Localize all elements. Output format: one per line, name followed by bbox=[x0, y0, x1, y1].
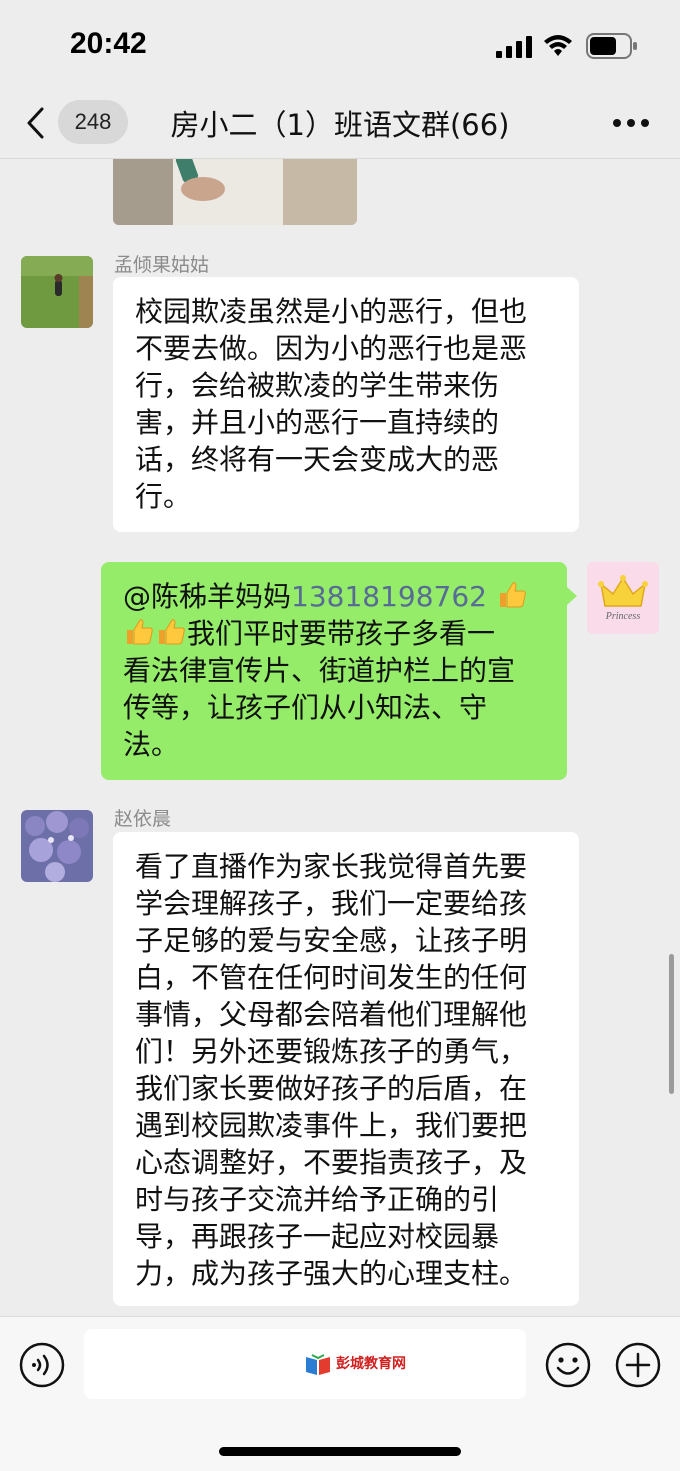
message-bubble-incoming[interactable]: 校园欺凌虽然是小的恶行，但也 不要去做。因为小的恶行也是恶 行，会给被欺凌的学生… bbox=[113, 277, 579, 532]
scrollbar[interactable] bbox=[669, 954, 674, 1094]
wifi-icon bbox=[544, 35, 572, 56]
message-line: 行，会给被欺凌的学生带来伤 bbox=[135, 369, 500, 402]
photo-thumbnail bbox=[113, 159, 357, 225]
chat-header: 248 房小二（1）班语文群(66) bbox=[0, 90, 680, 159]
message-line: 害，并且小的恶行一直持续的 bbox=[135, 406, 500, 439]
battery-icon bbox=[586, 33, 637, 59]
emoji-icon[interactable] bbox=[544, 1341, 592, 1389]
message-input[interactable]: 彭城教育网 bbox=[84, 1329, 526, 1399]
avatar[interactable] bbox=[21, 810, 93, 882]
message-bubble-outgoing[interactable]: @陈秭羊妈妈13818198762 我们平时要带孩子多看一 看法律宣传片、街道护… bbox=[101, 562, 567, 780]
image-message[interactable] bbox=[113, 159, 357, 225]
signal-icon bbox=[496, 36, 532, 58]
message-line: 看法律宣传片、街道护栏上的宣 bbox=[123, 654, 516, 687]
message-line: 导，再跟孩子一起应对校园暴 bbox=[135, 1220, 500, 1253]
message-line: @陈秭羊妈妈13818198762 bbox=[123, 578, 545, 615]
thumbs-up-icon bbox=[159, 619, 185, 645]
message-line: 力，成为孩子强大的心理支柱。 bbox=[135, 1257, 528, 1290]
phone-number-link[interactable]: 13818198762 bbox=[291, 580, 487, 613]
avatar-text: Princess bbox=[605, 611, 641, 622]
sender-name: 赵依晨 bbox=[114, 808, 172, 830]
thumbs-up-icon bbox=[127, 619, 153, 645]
message-line: 白，不管在任何时间发生的任何 bbox=[135, 961, 528, 994]
status-time: 20:42 bbox=[70, 27, 147, 60]
message-line: 们！另外还要锻炼孩子的勇气， bbox=[135, 1035, 528, 1068]
input-bar: 彭城教育网 bbox=[0, 1316, 680, 1471]
sender-name: 孟倾果姑姑 bbox=[114, 254, 210, 276]
message-line: 行。 bbox=[135, 480, 192, 513]
wechat-group-chat-screen: 20:42 248 房小二（1）班语文群(66) 孟倾果姑姑 校园欺凌虽然是小的… bbox=[0, 0, 680, 1471]
message-line: 子足够的爱与安全感，让孩子明 bbox=[135, 924, 528, 957]
message-line: 学会理解孩子，我们一定要给孩 bbox=[135, 887, 528, 920]
mention[interactable]: @陈秭羊妈妈 bbox=[123, 580, 291, 613]
unread-count-badge[interactable]: 248 bbox=[58, 100, 128, 144]
message-line: 遇到校园欺凌事件上，我们要把 bbox=[135, 1109, 528, 1142]
crown-icon: Princess bbox=[587, 562, 659, 634]
message-line: 不要去做。因为小的恶行也是恶 bbox=[135, 332, 528, 365]
avatar-flowers-image bbox=[21, 810, 93, 882]
message-line: 校园欺凌虽然是小的恶行，但也 bbox=[135, 295, 528, 328]
avatar-grass-image bbox=[21, 256, 93, 328]
my-avatar[interactable]: Princess bbox=[587, 562, 659, 634]
more-icon[interactable] bbox=[612, 118, 650, 128]
message-line: 我们平时要带孩子多看一 bbox=[123, 615, 545, 652]
message-list[interactable]: 孟倾果姑姑 校园欺凌虽然是小的恶行，但也 不要去做。因为小的恶行也是恶 行，会给… bbox=[0, 159, 680, 1316]
watermark-text: 彭城教育网 bbox=[336, 1356, 406, 1372]
plus-icon[interactable] bbox=[614, 1341, 662, 1389]
message-line: 传等，让孩子们从小知法、守 bbox=[123, 691, 488, 724]
message-line: 法。 bbox=[123, 728, 180, 761]
chevron-left-icon[interactable] bbox=[24, 106, 48, 140]
message-text: 我们平时要带孩子多看一 bbox=[187, 617, 496, 650]
bubble-tail bbox=[567, 587, 577, 605]
book-logo-icon bbox=[306, 1354, 330, 1375]
message-line: 心态调整好，不要指责孩子，及 bbox=[135, 1146, 528, 1179]
message-bubble-incoming[interactable]: 看了直播作为家长我觉得首先要 学会理解孩子，我们一定要给孩 子足够的爱与安全感，… bbox=[113, 832, 579, 1306]
status-bar: 20:42 bbox=[0, 0, 680, 90]
voice-icon[interactable] bbox=[18, 1341, 66, 1389]
home-indicator bbox=[219, 1447, 461, 1456]
message-line: 看了直播作为家长我觉得首先要 bbox=[135, 850, 528, 883]
message-line: 时与孩子交流并给予正确的引 bbox=[135, 1183, 500, 1216]
chat-title: 房小二（1）班语文群(66) bbox=[170, 108, 510, 142]
message-line: 事情，父母都会陪着他们理解他 bbox=[135, 998, 528, 1031]
message-line: 话，终将有一天会变成大的恶 bbox=[135, 443, 500, 476]
avatar[interactable] bbox=[21, 256, 93, 328]
thumbs-up-icon bbox=[499, 582, 526, 608]
watermark: 彭城教育网 bbox=[304, 1353, 424, 1377]
message-line: 我们家长要做好孩子的后盾，在 bbox=[135, 1072, 528, 1105]
